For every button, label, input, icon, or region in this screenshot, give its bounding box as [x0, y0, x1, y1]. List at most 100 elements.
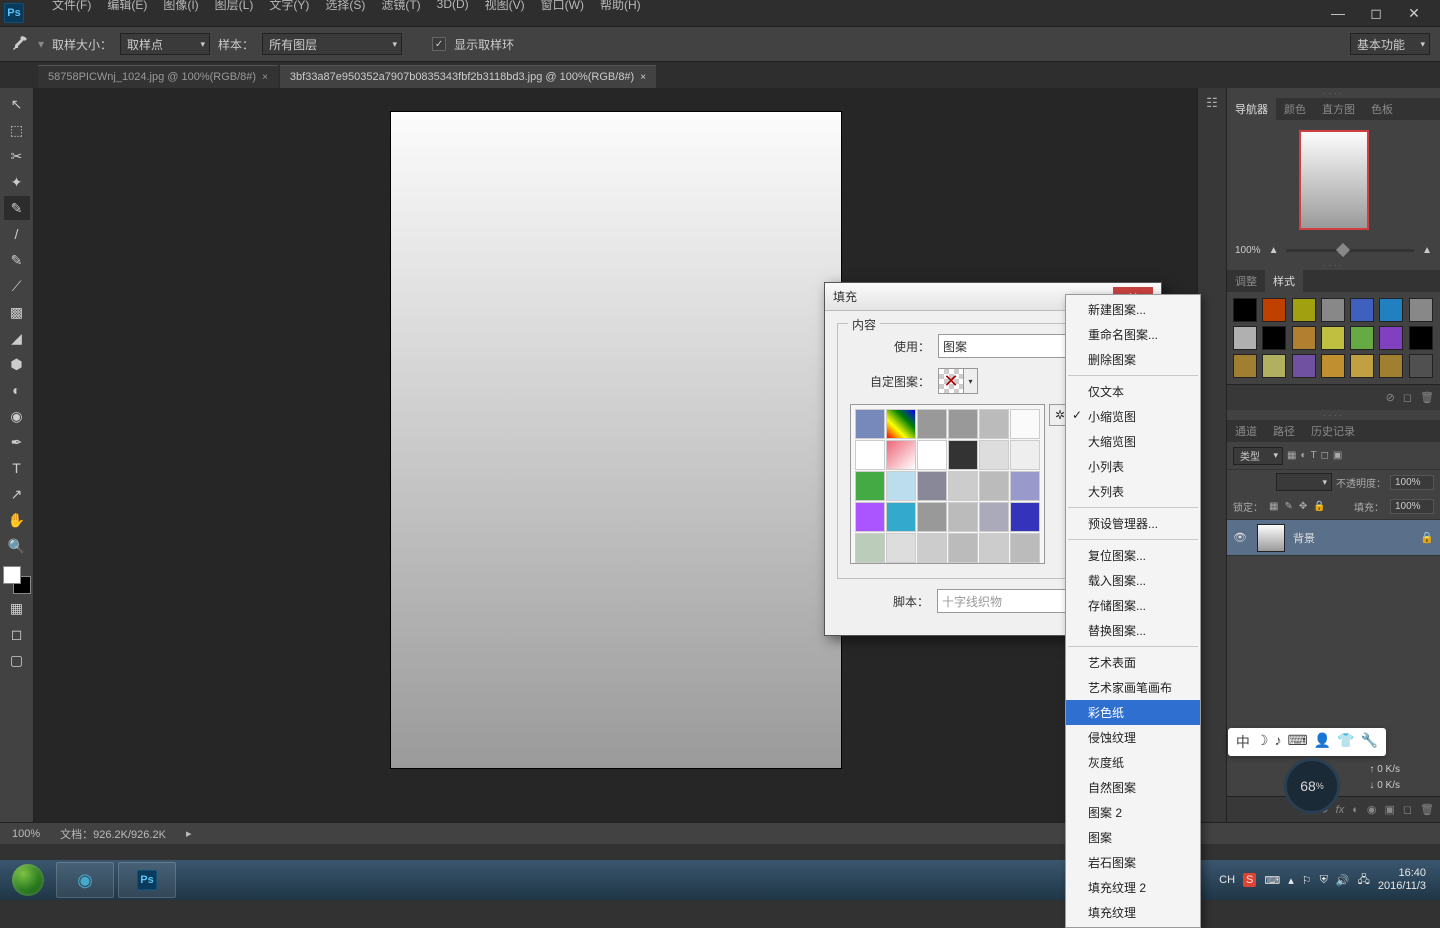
pattern-cell[interactable]: [979, 533, 1009, 563]
pattern-cell[interactable]: [855, 440, 885, 470]
menu-item[interactable]: 艺术家画笔画布: [1066, 675, 1200, 700]
pattern-cell[interactable]: [886, 533, 916, 563]
pattern-cell[interactable]: [1010, 502, 1040, 532]
pattern-cell[interactable]: [1010, 471, 1040, 501]
ime-icon[interactable]: 🔧: [1361, 732, 1378, 752]
style-swatch[interactable]: [1292, 298, 1316, 322]
pattern-cell[interactable]: [855, 471, 885, 501]
ime-icon[interactable]: ⌨: [1287, 732, 1307, 752]
tool-16[interactable]: ✋: [4, 508, 30, 532]
close-tab-icon[interactable]: ×: [262, 72, 268, 83]
tray-up-icon[interactable]: ▴: [1288, 874, 1294, 887]
menu-帮助(H)[interactable]: 帮助(H): [592, 0, 649, 15]
tool-3[interactable]: ✦: [4, 170, 30, 194]
tool-15[interactable]: ↗: [4, 482, 30, 506]
pattern-cell[interactable]: [917, 502, 947, 532]
tray-flag-icon[interactable]: ⚐: [1302, 874, 1312, 887]
menu-滤镜(T)[interactable]: 滤镜(T): [373, 0, 428, 15]
tool-6[interactable]: ✎: [4, 248, 30, 272]
menu-item[interactable]: 新建图案...: [1066, 297, 1200, 322]
menu-item[interactable]: 存储图案...: [1066, 593, 1200, 618]
lock-move-icon[interactable]: ✥: [1299, 501, 1307, 512]
menu-item[interactable]: 灰度纸: [1066, 750, 1200, 775]
document-canvas[interactable]: [391, 112, 841, 768]
menu-视图(V)[interactable]: 视图(V): [477, 0, 533, 15]
tray-speaker-icon[interactable]: 🔊: [1336, 874, 1350, 887]
style-swatch[interactable]: [1409, 354, 1433, 378]
style-swatch[interactable]: [1350, 354, 1374, 378]
pattern-cell[interactable]: [917, 440, 947, 470]
tool-13[interactable]: ✒: [4, 430, 30, 454]
ime-icon[interactable]: ♪: [1274, 732, 1281, 752]
mask-icon[interactable]: ◐: [1352, 804, 1359, 816]
show-ring-checkbox[interactable]: ✓: [432, 37, 446, 51]
pattern-cell[interactable]: [979, 471, 1009, 501]
panel-tab[interactable]: 样式: [1265, 270, 1303, 292]
layer-thumbnail[interactable]: [1257, 524, 1285, 552]
minimize-button[interactable]: —: [1326, 5, 1350, 22]
menu-窗口(W)[interactable]: 窗口(W): [533, 0, 592, 15]
tool-mode[interactable]: ◻: [4, 622, 30, 646]
delete-layer-icon[interactable]: 🗑: [1420, 803, 1434, 816]
pattern-cell[interactable]: [855, 533, 885, 563]
lock-trans-icon[interactable]: ▦: [1269, 501, 1278, 512]
menu-item[interactable]: 彩色纸: [1066, 700, 1200, 725]
tray-keyboard-icon[interactable]: ⌨: [1264, 874, 1280, 887]
filter-pixel-icon[interactable]: ▦: [1287, 450, 1296, 461]
menu-item[interactable]: 复位图案...: [1066, 543, 1200, 568]
panel-tab[interactable]: 调整: [1227, 270, 1265, 292]
pattern-cell[interactable]: [855, 409, 885, 439]
menu-文件(F)[interactable]: 文件(F): [44, 0, 99, 15]
tool-17[interactable]: 🔍: [4, 534, 30, 558]
tray-ime-icon[interactable]: S: [1243, 873, 1256, 887]
tool-mode[interactable]: ▦: [4, 596, 30, 620]
pattern-cell[interactable]: [979, 502, 1009, 532]
sample-dropdown[interactable]: 所有图层: [262, 33, 402, 55]
menu-item[interactable]: 替换图案...: [1066, 618, 1200, 643]
menu-item[interactable]: 仅文本: [1066, 379, 1200, 404]
panel-tab[interactable]: 导航器: [1227, 98, 1276, 120]
style-swatch[interactable]: [1321, 298, 1345, 322]
status-doc[interactable]: 文档：926.2K/926.2K: [60, 826, 166, 842]
visibility-icon[interactable]: 👁: [1233, 531, 1249, 544]
pattern-cell[interactable]: [948, 409, 978, 439]
zoom-in-icon[interactable]: ▲: [1422, 245, 1432, 256]
lock-paint-icon[interactable]: ✎: [1284, 501, 1292, 512]
menu-文字(Y)[interactable]: 文字(Y): [261, 0, 317, 15]
style-swatch[interactable]: [1292, 354, 1316, 378]
status-zoom[interactable]: 100%: [12, 828, 40, 840]
tool-5[interactable]: /: [4, 222, 30, 246]
tray-clock[interactable]: 16:402016/11/3: [1378, 867, 1426, 893]
menu-item[interactable]: 大列表: [1066, 479, 1200, 504]
tray-shield-icon[interactable]: ⛨: [1320, 874, 1328, 887]
menu-item[interactable]: 自然图案: [1066, 775, 1200, 800]
pattern-cell[interactable]: [855, 502, 885, 532]
menu-item[interactable]: 载入图案...: [1066, 568, 1200, 593]
style-swatch[interactable]: [1233, 298, 1257, 322]
panel-tab[interactable]: 色板: [1363, 98, 1401, 120]
pattern-cell[interactable]: [886, 471, 916, 501]
start-button[interactable]: [4, 862, 52, 898]
menu-item[interactable]: 侵蚀纹理: [1066, 725, 1200, 750]
tool-10[interactable]: ⬢: [4, 352, 30, 376]
tool-11[interactable]: ◐: [4, 378, 30, 402]
style-swatch[interactable]: [1379, 298, 1403, 322]
style-swatch[interactable]: [1233, 326, 1257, 350]
style-swatch[interactable]: [1350, 298, 1374, 322]
pattern-swatch[interactable]: [938, 368, 964, 394]
tool-12[interactable]: ◉: [4, 404, 30, 428]
style-swatch[interactable]: [1321, 354, 1345, 378]
pattern-dropdown-button[interactable]: ▾: [964, 368, 978, 394]
pattern-cell[interactable]: [1010, 533, 1040, 563]
layer-filter-dropdown[interactable]: 类型: [1233, 447, 1283, 465]
ime-icon[interactable]: 中: [1236, 732, 1250, 752]
panel-tab[interactable]: 通道: [1227, 420, 1265, 442]
document-tab[interactable]: 3bf33a87e950352a7907b0835343fbf2b3118bd3…: [280, 65, 656, 88]
style-swatch[interactable]: [1292, 326, 1316, 350]
style-swatch[interactable]: [1233, 354, 1257, 378]
pattern-cell[interactable]: [948, 502, 978, 532]
ime-icon[interactable]: ☽: [1256, 732, 1269, 752]
group-icon[interactable]: ▣: [1384, 803, 1394, 816]
menu-item[interactable]: 岩石图案: [1066, 850, 1200, 875]
opacity-input[interactable]: 100%: [1390, 475, 1434, 490]
